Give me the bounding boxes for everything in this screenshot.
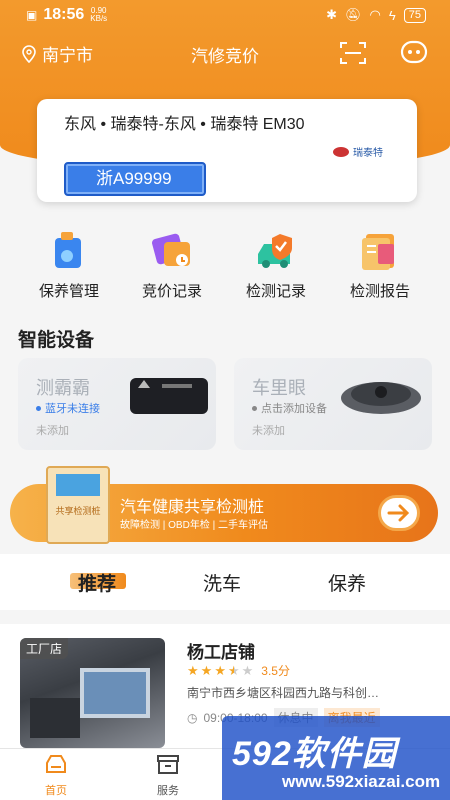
device-status-text: 点击添加设备 (261, 403, 327, 415)
quick-action-label: 保养管理 (38, 283, 99, 300)
quick-action-maintenance[interactable]: 保养管理 (19, 228, 119, 301)
banner-subtitle: 故障检测 | OBD年检 | 二手车评估 (120, 520, 268, 531)
bluetooth-icon: ✱ (326, 7, 337, 22)
status-dot-icon (36, 405, 41, 411)
nav-home[interactable]: 首页 (26, 753, 86, 798)
kiosk-image: 共享检测桩 (46, 466, 110, 544)
tab-maintenance[interactable]: 保养 (328, 569, 366, 596)
arrow-right-icon (387, 504, 410, 522)
smart-devices-title: 智能设备 (18, 330, 95, 351)
banner-title: 汽车健康共享检测桩 (120, 499, 265, 516)
charging-icon: ϟ (388, 7, 396, 23)
sim-icon: ▣ (26, 8, 38, 22)
device-card-cheliyan[interactable]: 车里眼 点击添加设备 未添加 (234, 358, 432, 450)
watermark-url: www.592xiazai.com (282, 772, 441, 791)
rating-score: 3.5分 (261, 664, 290, 678)
star-half-icon: ★ (227, 662, 240, 678)
device-added-status: 未添加 (252, 425, 285, 437)
service-box-icon (157, 755, 179, 774)
maintenance-icon (47, 228, 91, 272)
customer-service-icon[interactable] (400, 40, 428, 66)
status-dot-icon (252, 405, 257, 411)
nav-label: 首页 (45, 785, 67, 797)
shop-rating: ★ ★ ★ ★ ★ 3.5分 (187, 662, 290, 679)
site-watermark: 592软件园 www.592xiazai.com (222, 716, 450, 800)
quick-action-label: 检测记录 (245, 283, 306, 300)
license-plate[interactable]: 浙A99999 (64, 162, 206, 196)
tab-car-wash[interactable]: 洗车 (203, 569, 241, 596)
shop-address: 南宁市西乡塘区科园西九路与科创… (187, 686, 380, 700)
brand-name: 瑞泰特 (353, 148, 383, 159)
device-status-text: 蓝牙未连接 (45, 403, 100, 415)
device-name: 车里眼 (252, 378, 306, 398)
obd-device-icon (130, 378, 208, 414)
quick-action-inspection-report[interactable]: 检测报告 (330, 228, 430, 301)
workshop-screen-image (30, 668, 150, 738)
network-speed: 0.90 KB/s (90, 7, 107, 23)
shop-name: 杨工店铺 (187, 643, 255, 662)
device-card-cebaba[interactable]: 测霸霸 蓝牙未连接 未添加 (18, 358, 216, 450)
quick-actions: 保养管理 竞价记录 检测记录 检测报告 (0, 228, 450, 308)
wifi-icon: ◠ (369, 7, 381, 22)
tab-recommend[interactable]: 推荐 (78, 569, 116, 596)
inspection-record-icon (254, 228, 298, 272)
page-title: 汽修竞价 (191, 47, 259, 66)
inspection-report-icon (358, 228, 402, 272)
dongfeng-logo-icon (333, 146, 349, 157)
device-status: 点击添加设备 (252, 400, 327, 416)
bid-record-icon (150, 228, 194, 272)
quick-action-inspection-record[interactable]: 检测记录 (226, 228, 326, 301)
battery-indicator: 75 (403, 7, 426, 23)
speed-unit: KB/s (90, 14, 108, 23)
vehicle-card[interactable]: 东风 • 瑞泰特-东风 • 瑞泰特 EM30 浙A99999 瑞泰特 (37, 99, 417, 202)
status-time: 18:56 (43, 6, 85, 23)
brand-logo: 瑞泰特 (333, 144, 383, 159)
scan-icon[interactable] (340, 41, 366, 65)
banner-arrow-button[interactable] (378, 495, 420, 531)
star-full-icon: ★ (187, 662, 199, 678)
mute-icon: 🔕︎ (345, 7, 362, 22)
star-empty-icon: ★ (241, 662, 254, 678)
device-name: 测霸霸 (36, 378, 90, 398)
star-full-icon: ★ (214, 662, 226, 678)
device-added-status: 未添加 (36, 425, 69, 437)
quick-action-label: 检测报告 (349, 283, 410, 300)
kiosk-screen (56, 474, 100, 496)
clock-icon: ◷ (187, 710, 198, 725)
kiosk-label: 共享检测桩 (55, 506, 101, 516)
quick-action-bid-record[interactable]: 竞价记录 (122, 228, 222, 301)
device-status: 蓝牙未连接 (36, 400, 100, 416)
dashcam-device-icon (341, 382, 421, 414)
status-bar: ▣ 18:56 0.90 KB/s ✱ 🔕︎ ◠ ϟ 75 (0, 0, 450, 30)
shop-photo: 工厂店 (20, 638, 165, 748)
top-bar: 南宁市 汽修竞价 (0, 38, 450, 68)
nav-service[interactable]: 服务 (138, 753, 198, 798)
quick-action-label: 竞价记录 (141, 283, 202, 300)
star-full-icon: ★ (200, 662, 213, 678)
watermark-main: 592软件园 (232, 735, 397, 773)
nav-label: 服务 (157, 785, 179, 797)
home-car-icon (46, 755, 66, 773)
vehicle-name: 东风 • 瑞泰特-东风 • 瑞泰特 EM30 (64, 116, 305, 133)
